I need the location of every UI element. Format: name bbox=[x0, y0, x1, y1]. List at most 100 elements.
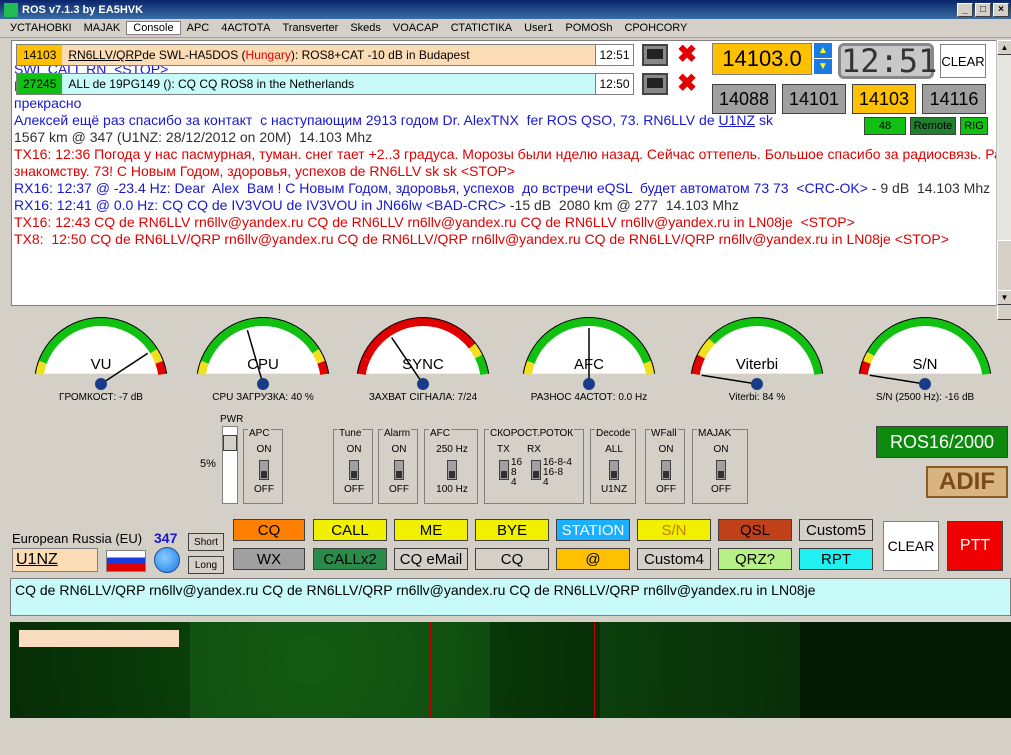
toggle-switch[interactable] bbox=[716, 460, 726, 480]
gauge-0: VU ГРОМКОСТ: -7 dB bbox=[26, 314, 176, 404]
waterfall-label bbox=[19, 630, 179, 647]
switch-on-label: ALL bbox=[605, 444, 623, 455]
up-arrow-icon[interactable]: ▲ bbox=[814, 43, 832, 58]
short-path-button[interactable]: Short bbox=[188, 533, 224, 551]
scroll-thumb[interactable] bbox=[997, 240, 1011, 320]
tune-marker[interactable] bbox=[430, 622, 431, 718]
clear-tx-button[interactable]: CLEAR bbox=[883, 521, 939, 571]
toggle-switch[interactable] bbox=[609, 460, 619, 480]
quick-freq-button[interactable]: 14101 bbox=[782, 84, 846, 114]
remote-indicator[interactable]: Remote bbox=[910, 117, 956, 135]
menu-skeds[interactable]: Skeds bbox=[344, 22, 387, 34]
quick-freq-button[interactable]: 14088 bbox=[712, 84, 776, 114]
adif-button[interactable]: ADIF bbox=[926, 466, 1008, 498]
clear-stations-button[interactable]: CLEAR bbox=[940, 44, 986, 78]
macro-button-station[interactable]: STATION bbox=[556, 519, 630, 541]
station-row-2[interactable]: 27245 ALL de 19PG149 (): CQ CQ ROS8 in t… bbox=[16, 73, 634, 95]
menu-voacap[interactable]: VOACAP bbox=[387, 22, 445, 34]
macro-button-wx[interactable]: WX bbox=[233, 548, 305, 570]
scroll-up-icon[interactable]: ▲ bbox=[997, 40, 1011, 55]
computer-icon[interactable] bbox=[642, 73, 668, 95]
gauge-dial bbox=[522, 317, 656, 394]
computer-icon[interactable] bbox=[642, 44, 668, 66]
menu-transverter[interactable]: Transverter bbox=[277, 22, 345, 34]
macro-button-callx2[interactable]: CALLx2 bbox=[313, 548, 387, 570]
console-scrollbar[interactable]: ▲ ▼ bbox=[996, 40, 1011, 320]
delete-icon[interactable]: ✖ bbox=[674, 72, 700, 96]
gauge-1: CPU CPU ЗАГРУЗКА: 40 % bbox=[188, 314, 338, 404]
delete-icon[interactable]: ✖ bbox=[674, 43, 700, 67]
callsign-field[interactable]: U1NZ bbox=[12, 548, 98, 572]
long-path-button[interactable]: Long bbox=[188, 556, 224, 574]
rx-speed-values: 16-8-4 16-8 4 bbox=[543, 457, 572, 488]
switch-on-label: ON bbox=[391, 444, 407, 455]
console-tx16-1: TX16: 12:36 Погода у нас пасмурная, тума… bbox=[14, 146, 1010, 179]
macro-button-cq[interactable]: CQ bbox=[233, 519, 305, 541]
macro-button-custom5[interactable]: Custom5 bbox=[799, 519, 873, 541]
menu-help[interactable]: POMOSh bbox=[559, 22, 618, 34]
toggle-switch[interactable] bbox=[349, 460, 359, 480]
globe-icon[interactable] bbox=[154, 547, 180, 573]
macro-button-custom4[interactable]: Custom4 bbox=[637, 548, 711, 570]
speed-title: СКОРОСТ.РОТОК bbox=[489, 428, 575, 439]
macro-button-qrz[interactable]: QRZ? bbox=[718, 548, 792, 570]
macro-button-bye[interactable]: BYE bbox=[475, 519, 549, 541]
console-rx16-1: RX16: 12:37 @ -23.4 Hz: Dear Alex Вам ! … bbox=[14, 180, 991, 196]
tx-text-field[interactable]: CQ de RN6LLV/QRP rn6llv@yandex.ru CQ de … bbox=[10, 578, 1011, 616]
toggle-switch[interactable] bbox=[447, 460, 457, 480]
scroll-down-icon[interactable]: ▼ bbox=[997, 290, 1011, 305]
down-arrow-icon[interactable]: ▼ bbox=[814, 59, 832, 74]
menu-statistics[interactable]: СТАТІСТІКА bbox=[445, 22, 518, 34]
menu-sponsors[interactable]: СРОНСОRY bbox=[618, 22, 693, 34]
russia-flag-icon bbox=[106, 550, 146, 572]
menu-console[interactable]: Console bbox=[126, 21, 181, 35]
tune-marker[interactable] bbox=[594, 622, 595, 718]
gauge-dial bbox=[34, 317, 168, 394]
quick-freq-button[interactable]: 14116 bbox=[922, 84, 986, 114]
gauge-label: SYNC bbox=[402, 356, 444, 373]
macro-button-call[interactable]: CALL bbox=[313, 519, 387, 541]
switch-title: MAJAK bbox=[697, 428, 733, 439]
macro-button-me[interactable]: ME bbox=[394, 519, 468, 541]
tx-speed-switch[interactable] bbox=[499, 460, 509, 480]
toggle-switch[interactable] bbox=[394, 460, 404, 480]
station-text: RN6LLV/QRP de SWL-HA5DOS (Hungary): ROS8… bbox=[68, 48, 470, 62]
menu-apc[interactable]: APC bbox=[181, 22, 216, 34]
macro-button-at[interactable]: @ bbox=[556, 548, 630, 570]
rx-label: RX bbox=[527, 444, 541, 455]
clock: 12:51 bbox=[838, 43, 937, 79]
macro-button-sn[interactable]: S/N bbox=[637, 519, 711, 541]
toggle-switch[interactable] bbox=[661, 460, 671, 480]
menu-majak[interactable]: MAJAK bbox=[78, 22, 127, 34]
quick-freq-button[interactable]: 14103 bbox=[852, 84, 916, 114]
gauge-caption: S/N (2500 Hz): -16 dB bbox=[875, 392, 975, 403]
rig-indicator[interactable]: RIG bbox=[960, 117, 988, 135]
station-row-1[interactable]: 14103 RN6LLV/QRP de SWL-HA5DOS (Hungary)… bbox=[16, 44, 634, 66]
macro-button-rpt[interactable]: RPT bbox=[799, 548, 873, 570]
minimize-icon[interactable]: _ bbox=[957, 2, 973, 17]
frequency-display[interactable]: 14103.0 bbox=[712, 43, 812, 75]
switch-group-5: WFall ON OFF bbox=[645, 428, 685, 504]
gauge-3: AFC РАЗНОС 4АСТОТ: 0.0 Hz bbox=[514, 314, 664, 404]
tx-label: TX bbox=[497, 444, 510, 455]
menu-user1[interactable]: User1 bbox=[518, 22, 559, 34]
macro-button-cq[interactable]: CQ bbox=[475, 548, 549, 570]
menu-frequency[interactable]: 4АСТОТА bbox=[215, 22, 276, 34]
station-text: ALL de 19PG149 (): CQ CQ ROS8 in the Net… bbox=[68, 77, 355, 91]
macro-button-cqemail[interactable]: CQ eMail bbox=[394, 548, 468, 570]
gauge-label: VU bbox=[90, 356, 112, 373]
rx-speed-switch[interactable] bbox=[531, 460, 541, 480]
toggle-switch[interactable] bbox=[259, 460, 269, 480]
switch-group-0: APC ON OFF bbox=[243, 428, 283, 504]
pwr-slider[interactable] bbox=[222, 426, 238, 504]
macro-button-qsl[interactable]: QSL bbox=[718, 519, 792, 541]
switch-off-label: OFF bbox=[711, 484, 731, 495]
switch-group-3: AFC 250 Hz 100 Hz bbox=[424, 428, 478, 504]
pwr-slider-thumb[interactable] bbox=[223, 435, 237, 451]
ptt-button[interactable]: PTT bbox=[947, 521, 1003, 571]
gauge-caption: Viterbi: 84 % bbox=[728, 392, 786, 403]
menu-settings[interactable]: УСТАНОВКІ bbox=[4, 22, 78, 34]
maximize-icon[interactable]: □ bbox=[975, 2, 991, 17]
frequency-stepper[interactable]: ▲ ▼ bbox=[814, 43, 834, 75]
close-icon[interactable]: × bbox=[993, 2, 1009, 17]
